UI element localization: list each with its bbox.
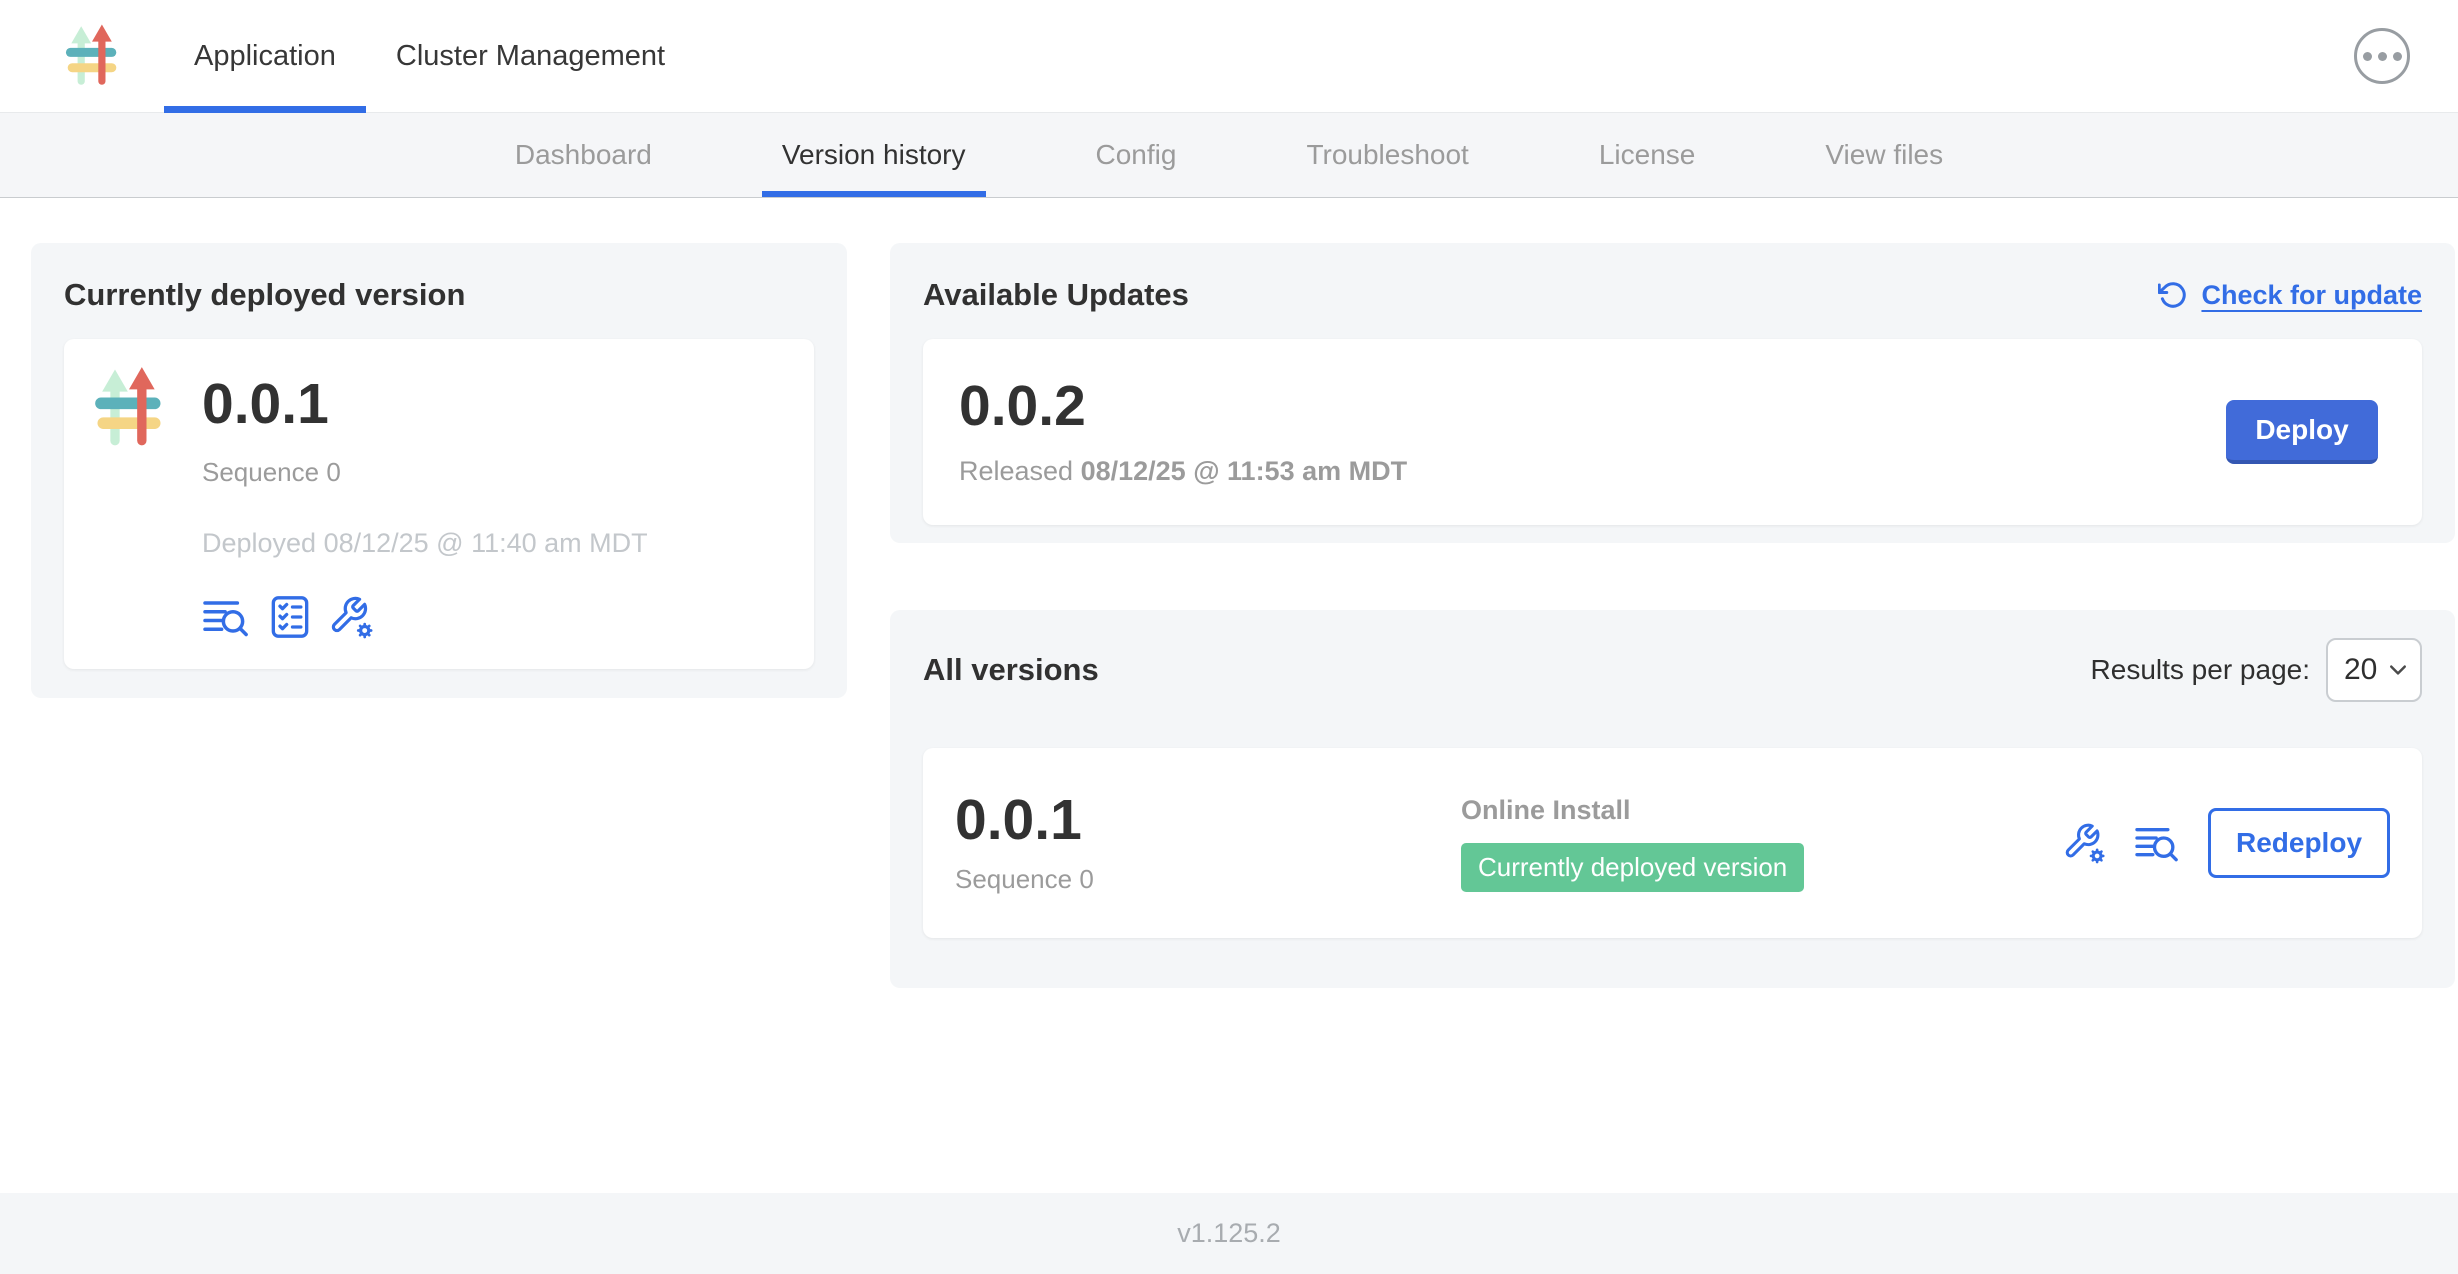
deployed-version-details: 0.0.1 Sequence 0 Deployed 08/12/25 @ 11:… xyxy=(202,365,648,643)
deployed-action-icons xyxy=(202,595,648,639)
update-row: 0.0.2 Released 08/12/25 @ 11:53 am MDT D… xyxy=(923,339,2422,525)
currently-deployed-title: Currently deployed version xyxy=(64,277,814,313)
currently-deployed-card: Currently deployed version 0.0.1 Sequenc… xyxy=(31,243,847,698)
app-subnav: Dashboard Version history Config Trouble… xyxy=(0,113,2458,198)
results-per-page-label: Results per page: xyxy=(2091,654,2310,686)
ellipsis-icon xyxy=(2363,52,2372,61)
edit-config-icon[interactable] xyxy=(2064,822,2106,864)
available-updates-header: Available Updates Check for update xyxy=(923,277,2422,313)
version-row-details: 0.0.1 Sequence 0 xyxy=(955,791,1461,894)
all-versions-card: All versions Results per page: 20 0.0.1 … xyxy=(890,610,2455,988)
tab-dashboard[interactable]: Dashboard xyxy=(495,113,672,197)
results-per-page-value: 20 xyxy=(2344,653,2377,687)
update-details: 0.0.2 Released 08/12/25 @ 11:53 am MDT xyxy=(959,377,1407,486)
release-notes-icon[interactable] xyxy=(2134,823,2180,863)
results-per-page-select[interactable]: 20 xyxy=(2326,638,2422,702)
chevron-down-icon xyxy=(2389,664,2407,676)
results-per-page: Results per page: 20 xyxy=(2091,638,2422,702)
update-version-number: 0.0.2 xyxy=(959,377,1407,435)
page-footer: v1.125.2 xyxy=(0,1193,2458,1274)
tab-view-files[interactable]: View files xyxy=(1805,113,1963,197)
console-version: v1.125.2 xyxy=(1177,1218,1281,1249)
app-header: Application Cluster Management xyxy=(0,0,2458,113)
deployed-sequence: Sequence 0 xyxy=(202,457,648,488)
refresh-icon xyxy=(2158,280,2188,310)
deployed-version-number: 0.0.1 xyxy=(202,375,648,433)
tab-cluster-management-label: Cluster Management xyxy=(396,40,665,73)
tab-troubleshoot[interactable]: Troubleshoot xyxy=(1286,113,1488,197)
tab-version-history[interactable]: Version history xyxy=(762,113,986,197)
currently-deployed-badge: Currently deployed version xyxy=(1461,843,1804,892)
overflow-menu-button[interactable] xyxy=(2354,28,2410,84)
all-versions-title: All versions xyxy=(923,652,1099,688)
available-updates-title: Available Updates xyxy=(923,277,1189,313)
tab-cluster-management[interactable]: Cluster Management xyxy=(366,0,695,112)
right-column: Available Updates Check for update 0.0.2… xyxy=(890,243,2455,988)
available-updates-card: Available Updates Check for update 0.0.2… xyxy=(890,243,2455,543)
main-content: Currently deployed version 0.0.1 Sequenc… xyxy=(0,198,2458,1193)
row-version-number: 0.0.1 xyxy=(955,791,1461,849)
preflight-checks-icon[interactable] xyxy=(270,595,310,639)
install-type-label: Online Install xyxy=(1461,795,1804,826)
deploy-button[interactable]: Deploy xyxy=(2226,400,2378,464)
tab-application[interactable]: Application xyxy=(164,0,366,112)
version-row-status: Online Install Currently deployed versio… xyxy=(1461,795,1804,892)
tab-license[interactable]: License xyxy=(1579,113,1716,197)
app-logo-icon xyxy=(65,23,119,89)
row-sequence: Sequence 0 xyxy=(955,864,1461,895)
deployed-timestamp: Deployed 08/12/25 @ 11:40 am MDT xyxy=(202,528,648,559)
deployed-version-panel: 0.0.1 Sequence 0 Deployed 08/12/25 @ 11:… xyxy=(64,339,814,669)
edit-config-icon[interactable] xyxy=(330,595,374,639)
update-released-timestamp: Released 08/12/25 @ 11:53 am MDT xyxy=(959,456,1407,487)
check-for-update-link[interactable]: Check for update xyxy=(2158,280,2422,311)
tab-config[interactable]: Config xyxy=(1076,113,1197,197)
tab-application-label: Application xyxy=(194,40,336,73)
release-notes-icon[interactable] xyxy=(202,596,250,638)
redeploy-button[interactable]: Redeploy xyxy=(2208,808,2390,878)
version-row: 0.0.1 Sequence 0 Online Install Currentl… xyxy=(923,748,2422,938)
version-row-actions: Redeploy xyxy=(2064,808,2390,878)
app-logo-icon xyxy=(94,365,164,451)
check-for-update-label: Check for update xyxy=(2201,280,2422,311)
all-versions-header: All versions Results per page: 20 xyxy=(923,638,2422,702)
header-tabs: Application Cluster Management xyxy=(164,0,695,112)
